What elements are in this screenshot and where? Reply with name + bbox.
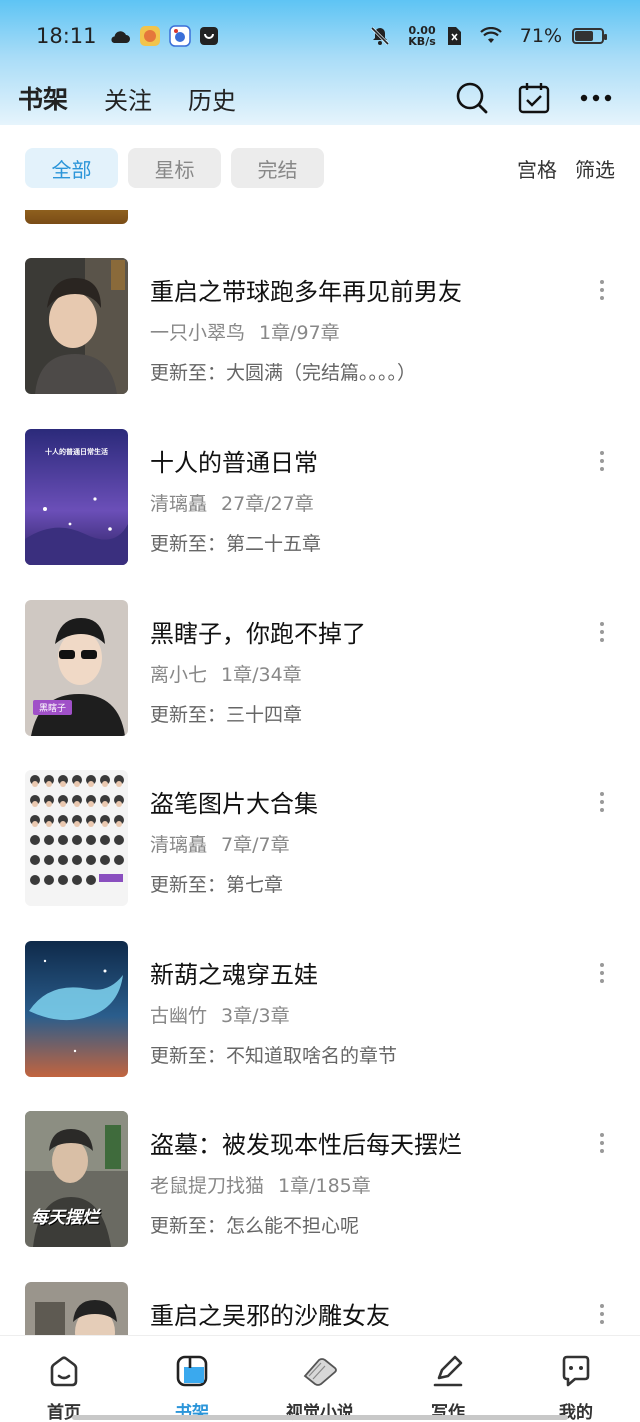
- more-vertical-icon[interactable]: [588, 447, 616, 475]
- more-vertical-icon[interactable]: [588, 788, 616, 816]
- more-vertical-icon[interactable]: [588, 1129, 616, 1157]
- book-title: 黑瞎子，你跑不掉了: [150, 620, 366, 648]
- bookshelf-icon: [175, 1354, 209, 1392]
- book-progress: 3章/3章: [221, 1005, 290, 1027]
- visual-novel-icon: [301, 1354, 339, 1392]
- search-icon[interactable]: [454, 80, 490, 116]
- more-vertical-icon[interactable]: [588, 959, 616, 987]
- book-cover[interactable]: 黑瞎子: [25, 600, 128, 736]
- nav-visual-novel[interactable]: 视觉小说: [256, 1336, 384, 1422]
- more-vertical-icon[interactable]: [588, 1300, 616, 1328]
- battery-percent: 71%: [519, 25, 562, 47]
- more-vertical-icon[interactable]: [588, 618, 616, 646]
- book-meta: 清璃矗 27章/27章: [150, 489, 314, 516]
- shopping-bag-icon: [199, 26, 219, 46]
- book-meta: 离小七 1章/34章: [150, 660, 302, 687]
- mute-bell-icon: [370, 26, 390, 46]
- home-indicator[interactable]: [72, 1415, 568, 1420]
- home-icon: [47, 1354, 81, 1392]
- book-latest-chapter: 更新至：不知道取啥名的章节: [150, 1045, 398, 1067]
- book-meta: 老鼠提刀找猫 1章/185章: [150, 1171, 371, 1198]
- nav-bookshelf[interactable]: 书架: [128, 1336, 256, 1422]
- book-author: 清璃矗: [150, 834, 208, 856]
- more-menu-icon[interactable]: [578, 80, 614, 116]
- tab-bookshelf[interactable]: 书架: [18, 80, 68, 116]
- cover-overlay-text: 十人的普通日常生活: [45, 448, 108, 456]
- book-meta: 古幽竹 3章/3章: [150, 1001, 290, 1028]
- battery-level: [575, 31, 594, 41]
- filter-right: 宫格 筛选: [517, 154, 615, 183]
- nav-home[interactable]: 首页: [0, 1336, 128, 1422]
- grid-view-button[interactable]: 宫格: [517, 154, 557, 183]
- profile-icon: [559, 1354, 593, 1392]
- book-progress: 1章/185章: [278, 1175, 371, 1197]
- book-cover[interactable]: 每天摆烂: [25, 1111, 128, 1247]
- status-time: 18:11: [36, 24, 97, 48]
- wifi-icon: [480, 27, 502, 45]
- more-vertical-icon[interactable]: [588, 276, 616, 304]
- book-cover[interactable]: [25, 941, 128, 1077]
- chip-completed[interactable]: 完结: [231, 148, 324, 188]
- book-title: 新葫之魂穿五娃: [150, 961, 318, 989]
- tab-following[interactable]: 关注: [104, 81, 152, 116]
- book-cover-partial[interactable]: [25, 210, 128, 224]
- status-right: 0.00 KB/s 71%: [370, 25, 607, 47]
- book-latest-chapter: 更新至：三十四章: [150, 704, 303, 726]
- nav-write[interactable]: 写作: [384, 1336, 512, 1422]
- book-list[interactable]: 重启之带球跑多年再见前男友 一只小翠鸟 1章/97章 更新至：大圆满（完结篇。。。…: [0, 210, 640, 1335]
- book-item[interactable]: 重启之带球跑多年再见前男友 一只小翠鸟 1章/97章 更新至：大圆满（完结篇。。。…: [0, 258, 640, 398]
- filter-button[interactable]: 筛选: [575, 154, 615, 183]
- network-speed: 0.00 KB/s: [408, 25, 435, 47]
- book-item[interactable]: 新葫之魂穿五娃 古幽竹 3章/3章 更新至：不知道取啥名的章节: [0, 941, 640, 1081]
- book-cover[interactable]: [25, 258, 128, 394]
- sim-card-icon: [446, 26, 462, 46]
- book-item[interactable]: 重启之吴邪的沙雕女友: [0, 1282, 640, 1335]
- network-speed-unit: KB/s: [408, 35, 436, 48]
- filter-bar: 全部 星标 完结 宫格 筛选: [0, 126, 640, 210]
- book-author: 古幽竹: [150, 1005, 208, 1027]
- battery-icon: [572, 28, 607, 44]
- book-progress: 1章/34章: [221, 664, 302, 686]
- book-item[interactable]: 每天摆烂 盗墓：被发现本性后每天摆烂 老鼠提刀找猫 1章/185章 更新至：怎么能…: [0, 1111, 640, 1251]
- book-title: 十人的普通日常: [150, 449, 318, 477]
- bottom-nav: 首页 书架 视觉小说 写作 我的: [0, 1335, 640, 1422]
- book-author: 老鼠提刀找猫: [150, 1175, 265, 1197]
- book-latest-chapter: 更新至：第二十五章: [150, 533, 322, 555]
- cover-overlay-text: 黑瞎子: [33, 700, 73, 715]
- book-cover[interactable]: [25, 770, 128, 906]
- book-cover[interactable]: 十人的普通日常生活: [25, 429, 128, 565]
- game-app-icon: [139, 25, 161, 47]
- cover-overlay-text: 每天摆烂: [31, 1208, 99, 1228]
- cloud-icon: [109, 28, 131, 44]
- nav-profile[interactable]: 我的: [512, 1336, 640, 1422]
- chip-all[interactable]: 全部: [25, 148, 118, 188]
- header-actions: [454, 80, 622, 116]
- book-progress: 1章/97章: [259, 322, 340, 344]
- book-meta: 一只小翠鸟 1章/97章: [150, 318, 340, 345]
- book-author: 离小七: [150, 664, 208, 686]
- chip-starred[interactable]: 星标: [128, 148, 221, 188]
- baidu-app-icon: [168, 25, 191, 47]
- book-title: 盗墓：被发现本性后每天摆烂: [150, 1131, 462, 1159]
- status-bar: 18:11 0.00 KB/s 71%: [0, 0, 640, 72]
- book-meta: 清璃矗 7章/7章: [150, 830, 290, 857]
- app-header: 书架 关注 历史: [0, 72, 640, 124]
- book-item[interactable]: 盗笔图片大合集 清璃矗 7章/7章 更新至：第七章: [0, 770, 640, 910]
- book-author: 清璃矗: [150, 493, 208, 515]
- book-title: 盗笔图片大合集: [150, 790, 318, 818]
- book-latest-chapter: 更新至：大圆满（完结篇。。。。）: [150, 362, 417, 384]
- tab-history[interactable]: 历史: [188, 81, 236, 116]
- book-author: 一只小翠鸟: [150, 322, 246, 344]
- book-title: 重启之吴邪的沙雕女友: [150, 1302, 390, 1330]
- book-title: 重启之带球跑多年再见前男友: [150, 278, 462, 306]
- book-latest-chapter: 更新至：第七章: [150, 874, 284, 896]
- calendar-checkin-icon[interactable]: [516, 80, 552, 116]
- book-progress: 27章/27章: [221, 493, 314, 515]
- book-latest-chapter: 更新至：怎么能不担心呢: [150, 1215, 360, 1237]
- write-icon: [431, 1354, 465, 1392]
- book-item[interactable]: 黑瞎子 黑瞎子，你跑不掉了 离小七 1章/34章 更新至：三十四章: [0, 600, 640, 740]
- book-item[interactable]: 十人的普通日常生活 十人的普通日常 清璃矗 27章/27章 更新至：第二十五章: [0, 429, 640, 569]
- book-cover[interactable]: [25, 1282, 128, 1335]
- book-progress: 7章/7章: [221, 834, 290, 856]
